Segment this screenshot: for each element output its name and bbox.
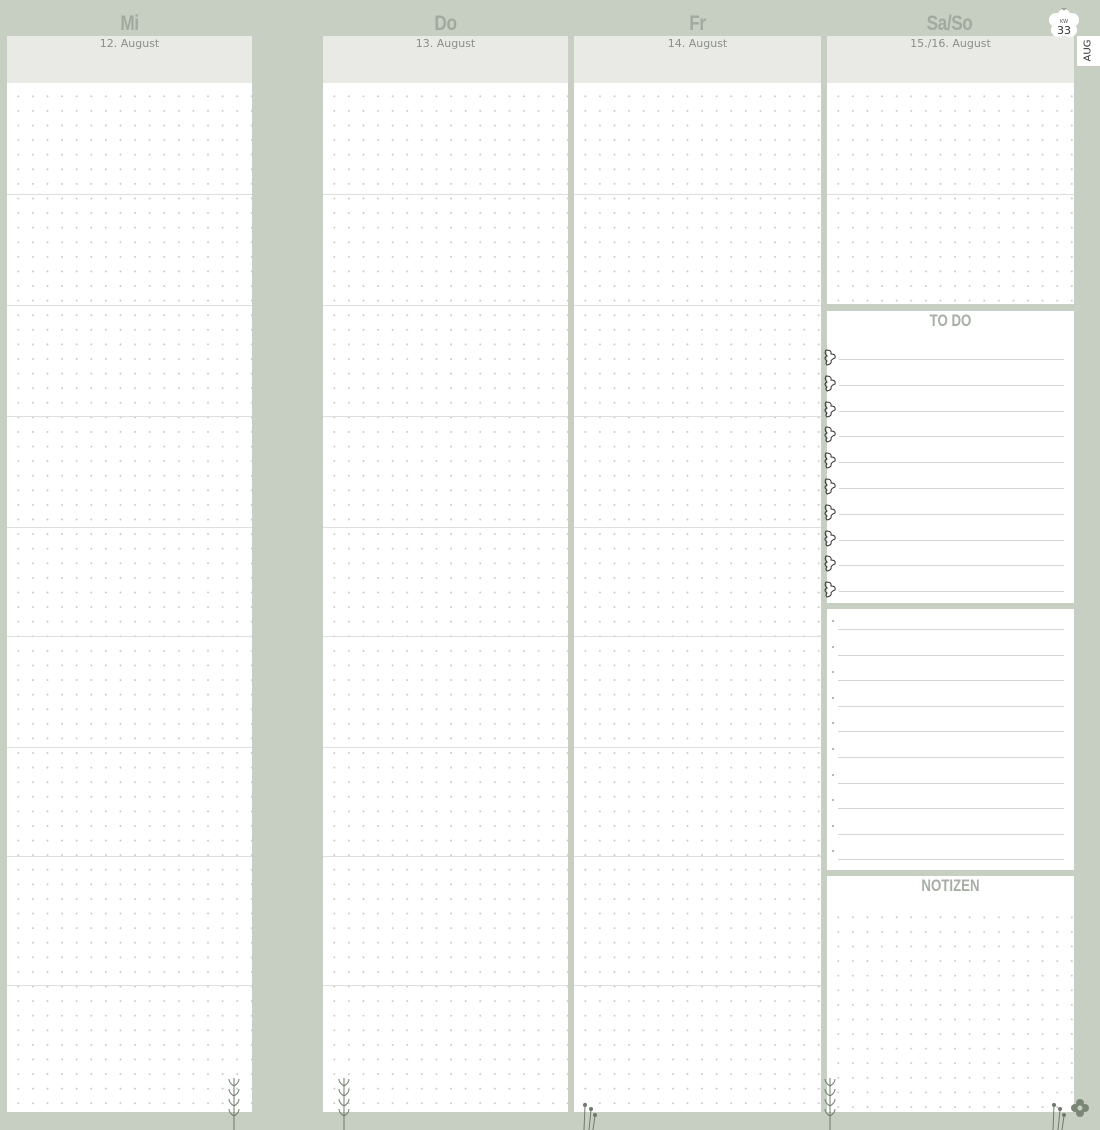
flower-decoration-icon [1071,1099,1089,1117]
todo-rule [839,565,1064,567]
day-title-saso: Sa/So [926,12,973,35]
day-column-mi[interactable]: 12. August [7,36,252,1112]
note-line[interactable] [827,696,1074,708]
note-rule [838,859,1064,861]
todo-item[interactable] [824,374,1074,396]
flower-checkbox-icon[interactable] [824,425,838,443]
todo-item[interactable] [824,400,1074,422]
day-date: 15./16. August [910,37,991,50]
bullet-dot [832,824,834,827]
todo-rule [839,591,1064,593]
todo-rule [839,462,1064,464]
note-rule [838,731,1064,733]
sprig-decoration-icon [1052,1103,1066,1130]
flower-checkbox-icon[interactable] [824,554,838,572]
flower-checkbox-icon[interactable] [824,477,838,495]
bullet-dot [832,645,834,648]
todo-rule [839,384,1064,386]
sprig-decoration-icon [228,1078,240,1130]
day-title-do: Do [434,12,457,35]
todo-item[interactable] [824,477,1074,499]
flower-kw-badge-icon: KW 33 [1047,7,1081,38]
date-band: 13. August [323,36,568,83]
todo-rule [839,488,1064,489]
bullet-dot [832,696,834,699]
flower-checkbox-icon[interactable] [824,374,838,392]
flower-checkbox-icon[interactable] [824,348,838,366]
dot-grid [7,83,252,1112]
note-rule [838,629,1064,630]
notizen-title: NOTIZEN [921,876,980,895]
note-line[interactable] [827,748,1074,759]
note-line[interactable] [827,799,1074,810]
flower-checkbox-icon[interactable] [824,529,838,547]
note-line[interactable] [827,824,1074,836]
note-line[interactable] [827,645,1074,657]
note-rule [838,705,1064,707]
note-rule [838,757,1064,758]
notizen-panel[interactable]: NOTIZEN [827,876,1074,1112]
todo-rule [839,410,1064,412]
month-tab[interactable]: AUG [1077,36,1100,66]
day-column-do[interactable]: 13. August [323,36,568,1112]
date-band: 12. August [7,36,252,83]
todo-item[interactable] [824,529,1074,551]
note-rule [838,654,1064,656]
sprig-decoration-icon [338,1078,350,1130]
note-rule [838,680,1064,682]
todo-item[interactable] [824,580,1074,602]
bullet-dot [832,850,834,853]
todo-rule [839,359,1064,360]
note-rule [838,782,1064,784]
flower-checkbox-icon[interactable] [824,503,838,521]
sprig-decoration-icon [824,1078,836,1130]
todo-item[interactable] [824,348,1074,370]
day-column-fr[interactable]: 14. August [574,36,821,1112]
day-date: 12. August [99,37,160,50]
todo-rule [839,436,1064,438]
todo-item[interactable] [824,425,1074,447]
flower-checkbox-icon[interactable] [824,400,838,418]
notes-lines-panel[interactable] [827,609,1074,870]
todo-item[interactable] [824,451,1074,473]
flower-checkbox-icon[interactable] [824,451,838,469]
bullet-dot [832,748,834,750]
bullet-dot [832,773,834,776]
note-rule [838,833,1064,835]
todo-title: TO DO [929,311,972,330]
todo-item[interactable] [824,554,1074,576]
day-column-saso[interactable]: 15./16. August [827,36,1074,304]
bullet-dot [832,671,834,674]
day-date: 14. August [667,37,728,50]
todo-panel[interactable]: TO DO [824,311,1074,603]
dot-grid [827,904,1074,1112]
flower-checkbox-icon[interactable] [824,580,838,598]
sprig-decoration-icon [583,1103,597,1130]
date-band: 15./16. August [827,36,1074,83]
note-line[interactable] [827,671,1074,682]
todo-item[interactable] [824,503,1074,525]
day-title-fr: Fr [689,12,706,35]
day-title-mi: Mi [120,12,139,35]
day-date: 13. August [415,37,476,50]
note-rule [838,808,1064,810]
dot-grid [574,83,821,1112]
note-line[interactable] [827,722,1074,733]
note-line[interactable] [827,850,1074,861]
note-line[interactable] [827,773,1074,785]
month-tab-label: AUG [1082,39,1094,62]
bullet-dot [832,799,834,802]
date-band: 14. August [574,36,821,83]
dot-grid [323,83,568,1112]
todo-rule [839,513,1064,515]
note-line[interactable] [827,620,1074,631]
bullet-dot [832,620,834,622]
bullet-dot [832,722,834,725]
todo-rule [839,539,1064,541]
kw-number: 33 [1057,24,1071,37]
